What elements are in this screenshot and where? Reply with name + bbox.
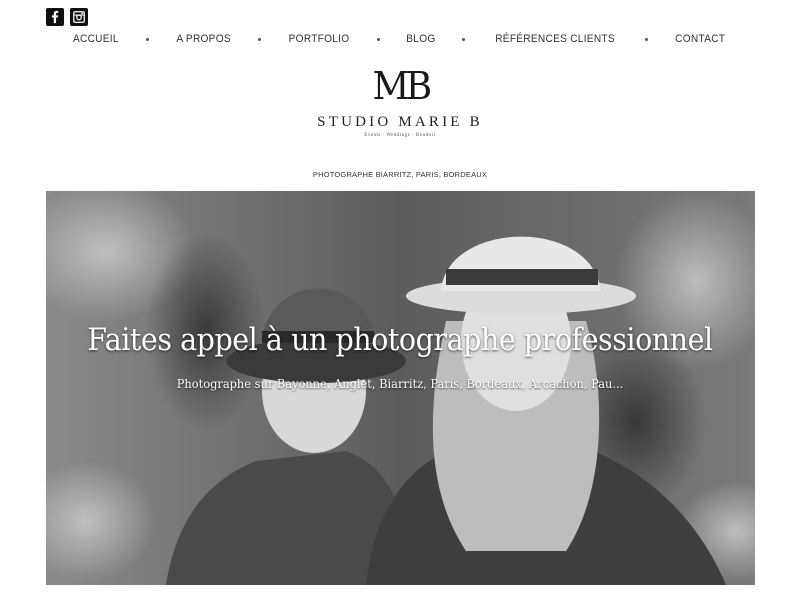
nav-item-accueil[interactable]: ACCUEIL (73, 33, 119, 45)
logo-subtitle: Events · Weddings · Boudoir (364, 133, 436, 138)
main-nav: ACCUEIL A PROPOS PORTFOLIO BLOG RÉFÉRENC… (46, 29, 754, 49)
nav-item-contact[interactable]: CONTACT (676, 33, 726, 45)
nav-item-portfolio[interactable]: PORTFOLIO (289, 33, 350, 45)
nav-item-a-propos[interactable]: A PROPOS (176, 33, 231, 45)
social-links (46, 8, 88, 26)
logo-name: STUDIO MARIE B (317, 114, 483, 130)
nav-item-references-clients[interactable]: RÉFÉRENCES CLIENTS (495, 33, 615, 45)
nav-separator (258, 37, 262, 41)
site-logo[interactable]: MB STUDIO MARIE B Events · Weddings · Bo… (0, 66, 800, 138)
logo-monogram: MB (372, 64, 432, 108)
hero-subtitle: Photographe sur Bayonne, Anglet, Biarrit… (176, 377, 624, 391)
nav-separator (462, 37, 466, 41)
nav-separator (377, 37, 381, 41)
nav-item-blog[interactable]: BLOG (407, 33, 436, 45)
page: ACCUEIL A PROPOS PORTFOLIO BLOG RÉFÉRENC… (0, 0, 800, 600)
hero-title: Faites appel à un photographe profession… (87, 322, 713, 358)
facebook-icon[interactable] (46, 8, 64, 26)
nav-separator (645, 37, 649, 41)
nav-separator (145, 37, 149, 41)
site-tagline: PHOTOGRAPHE BIARRITZ, PARIS, BORDEAUX (312, 170, 488, 179)
instagram-icon[interactable] (70, 8, 88, 26)
